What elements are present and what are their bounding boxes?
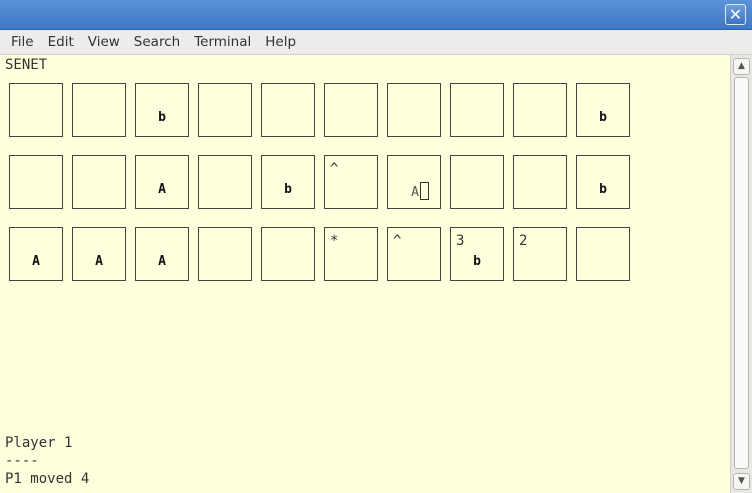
board-square [387, 83, 441, 137]
board-square: * [324, 227, 378, 281]
board-square: b [576, 155, 630, 209]
terminal-output[interactable]: SENET bb Ab ^ Ab A A A * ^ 3 b 2 Player 1 ---- P1… [0, 55, 730, 493]
board-square: ^ [324, 155, 378, 209]
separator-text: ---- [5, 453, 39, 469]
board-square [72, 83, 126, 137]
game-piece: b [262, 182, 314, 198]
square-marker: ^ [330, 161, 339, 177]
menu-terminal[interactable]: Terminal [187, 30, 258, 55]
game-title: SENET [5, 57, 48, 73]
board-row-1: bb [9, 83, 639, 137]
board-row-3: A A A * ^ 3 b 2 [9, 227, 639, 281]
menu-file[interactable]: File [4, 30, 41, 55]
board-square [198, 83, 252, 137]
board-square: ^ [387, 227, 441, 281]
board-square [198, 227, 252, 281]
vertical-scrollbar[interactable]: ▲ ▼ [730, 55, 752, 493]
square-marker: ^ [393, 233, 402, 249]
board-square [450, 83, 504, 137]
menu-bar: File Edit View Search Terminal Help [0, 30, 752, 55]
board-square [261, 227, 315, 281]
board-square: b [576, 83, 630, 137]
board-row-2: Ab ^ Ab [9, 155, 639, 209]
menu-help[interactable]: Help [258, 30, 303, 55]
game-piece: A [136, 182, 188, 198]
game-piece: b [451, 254, 503, 270]
game-piece-label: A [95, 254, 103, 269]
game-piece: A [73, 254, 125, 270]
board-square: A [135, 155, 189, 209]
game-piece-label: A [158, 254, 166, 269]
menu-view[interactable]: View [81, 30, 127, 55]
board-square [324, 83, 378, 137]
game-piece-label: b [599, 182, 607, 197]
board-square: b [261, 155, 315, 209]
menu-search[interactable]: Search [127, 30, 187, 55]
current-player-text: Player 1 [5, 435, 73, 451]
board-square: 3b [450, 227, 504, 281]
scroll-down-button[interactable]: ▼ [733, 473, 750, 490]
board-square [261, 83, 315, 137]
scroll-up-button[interactable]: ▲ [733, 58, 750, 75]
close-window-button[interactable]: ✕ [725, 4, 746, 25]
square-marker: * [330, 233, 339, 249]
game-piece: b [136, 110, 188, 126]
board-square: A [72, 227, 126, 281]
board-square [9, 83, 63, 137]
game-piece: A [136, 254, 188, 270]
board-square: A [387, 155, 441, 209]
window-titlebar: ✕ [0, 0, 752, 30]
board-square: b [135, 83, 189, 137]
board-square [72, 155, 126, 209]
game-piece-label: b [158, 110, 166, 125]
scroll-thumb[interactable] [734, 77, 749, 469]
last-move-text: P1 moved 4 [5, 471, 90, 487]
game-piece: b [577, 182, 629, 198]
game-piece-label: A [158, 182, 166, 197]
board-square [576, 227, 630, 281]
game-piece-label: A [32, 254, 40, 269]
square-marker: 3 [456, 233, 465, 249]
board-square [198, 155, 252, 209]
game-piece-label: b [284, 182, 292, 197]
text-cursor [419, 182, 429, 200]
board-square [513, 155, 567, 209]
board-square [9, 155, 63, 209]
game-piece-label: b [473, 254, 481, 269]
board-square: 2 [513, 227, 567, 281]
board-square: A [135, 227, 189, 281]
game-piece: A [400, 182, 440, 201]
square-marker: 2 [519, 233, 528, 249]
game-piece: A [10, 254, 62, 270]
game-piece-label: b [599, 110, 607, 125]
game-piece-label: A [411, 185, 419, 200]
board-square: A [9, 227, 63, 281]
menu-edit[interactable]: Edit [41, 30, 81, 55]
game-piece: b [577, 110, 629, 126]
board-square [513, 83, 567, 137]
board-square [450, 155, 504, 209]
